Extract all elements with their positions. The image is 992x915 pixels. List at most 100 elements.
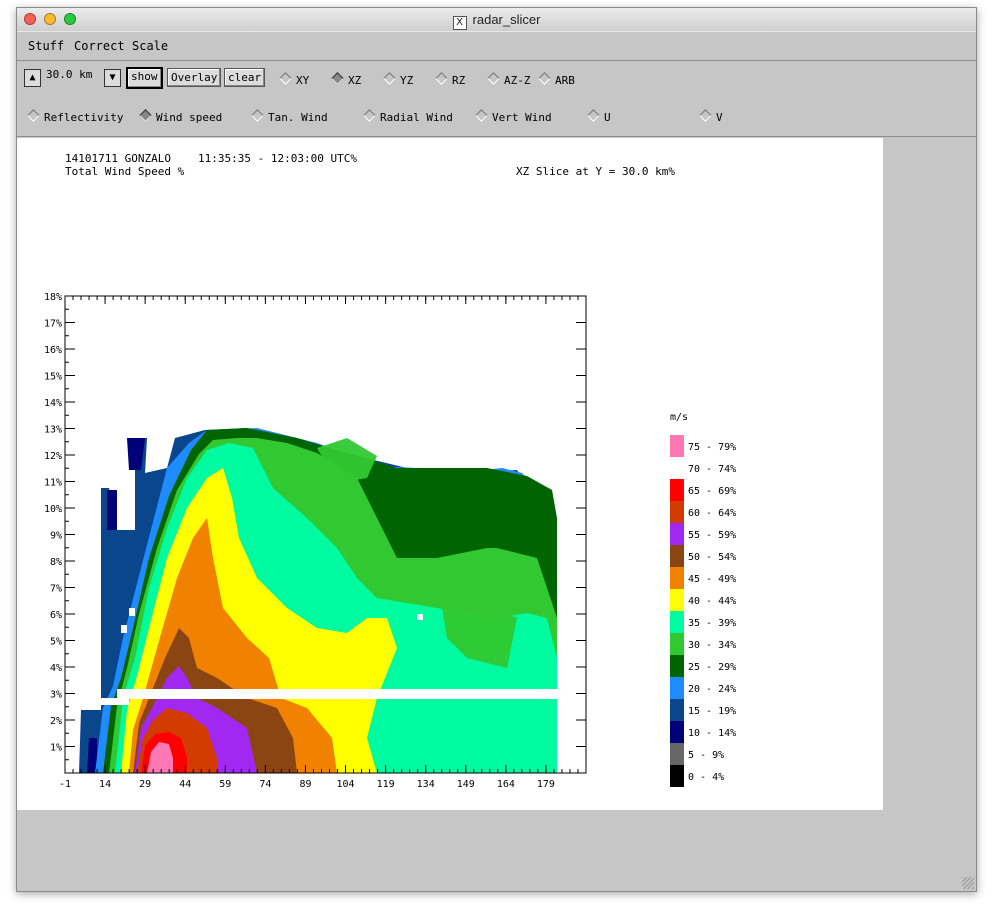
y-tick-label: 13% [44, 425, 62, 436]
y-tick-label: 14% [44, 398, 62, 409]
clear-button[interactable]: clear [224, 68, 266, 87]
x-tick-label: 44 [179, 779, 191, 790]
x-tick-label: 89 [299, 779, 311, 790]
y-tick-label: 12% [44, 451, 62, 462]
legend-swatch [670, 435, 684, 457]
legend-label: 30 - 34% [688, 640, 736, 651]
legend-swatch [670, 457, 684, 479]
legend-swatch [670, 655, 684, 677]
slice-mode-xz[interactable]: XZ [331, 72, 361, 87]
legend-swatch [670, 545, 684, 567]
radio-diamond-selected-icon [331, 72, 344, 85]
y-tick-label: 9% [50, 531, 62, 542]
legend-label: 45 - 49% [688, 574, 736, 585]
field-tan-wind[interactable]: Tan. Wind [251, 109, 328, 124]
radio-diamond-icon [251, 109, 264, 122]
show-button[interactable]: show [126, 67, 163, 89]
legend-label: 20 - 24% [688, 684, 736, 695]
menu-bar: Stuff Correct Scale [17, 31, 976, 61]
radio-diamond-icon [383, 72, 396, 85]
legend-swatch [670, 523, 684, 545]
legend-label: 60 - 64% [688, 508, 736, 519]
overlay-button[interactable]: Overlay [167, 68, 222, 87]
x-tick-label: 29 [139, 779, 151, 790]
radio-diamond-icon [487, 72, 500, 85]
field-reflectivity[interactable]: Reflectivity [27, 109, 123, 124]
toolbar: ▲ 30.0 km ▼ show Overlay clear XY XZ YZ … [17, 61, 976, 137]
legend-swatch [670, 721, 684, 743]
legend-swatch [670, 743, 684, 765]
slice-mode-rz[interactable]: RZ [435, 72, 465, 87]
legend-label: 0 - 4% [688, 772, 724, 783]
x-tick-label: 59 [219, 779, 231, 790]
field-v[interactable]: V [699, 109, 723, 124]
legend-label: 50 - 54% [688, 552, 736, 563]
legend-unit: m/s [670, 412, 688, 423]
x-tick-label: 134 [417, 779, 435, 790]
legend-swatch [670, 567, 684, 589]
field-u[interactable]: U [587, 109, 611, 124]
legend-label: 5 - 9% [688, 750, 724, 761]
legend-swatch [670, 677, 684, 699]
y-tick-label: 3% [50, 690, 62, 701]
y-tick-label: 16% [44, 345, 62, 356]
y-tick-label: 1% [50, 743, 62, 754]
x-tick-label: 104 [337, 779, 355, 790]
y-tick-label: 4% [50, 663, 62, 674]
slice-mode-az-z[interactable]: AZ-Z [487, 72, 531, 87]
slice-mode-arb[interactable]: ARB [538, 72, 575, 87]
resize-grip-icon[interactable] [962, 877, 974, 889]
title-bar: Xradar_slicer [17, 8, 976, 32]
x-tick-label: 119 [377, 779, 395, 790]
y-tick-label: 17% [44, 319, 62, 330]
y-tick-label: 5% [50, 637, 62, 648]
legend-swatch [670, 765, 684, 787]
cross-section-chart: -1 14 29 44 59 74 89 104 119 134 149 164 179 1% 2% 3% 4%… [44, 292, 736, 790]
menu-stuff[interactable]: Stuff [28, 39, 64, 53]
slice-mode-xy[interactable]: XY [279, 72, 309, 87]
legend-label: 40 - 44% [688, 596, 736, 607]
x-tick-label: -1 [59, 779, 71, 790]
legend-swatch [670, 479, 684, 501]
app-window: Xradar_slicer Stuff Correct Scale ▲ 30.0… [16, 7, 977, 892]
legend-swatch [670, 501, 684, 523]
color-legend: m/s 75 - 79% 70 - 74% 65 - 69% 60 - 64% 55 -… [670, 412, 736, 787]
legend-swatch [670, 699, 684, 721]
x-tick-label: 149 [457, 779, 475, 790]
radio-diamond-icon [475, 109, 488, 122]
increase-distance-button[interactable]: ▲ [24, 69, 41, 87]
distance-value: 30.0 km [46, 68, 93, 81]
x-tick-label: 179 [537, 779, 555, 790]
legend-swatch [670, 611, 684, 633]
menu-correct[interactable]: Correct [74, 39, 125, 53]
field-radial-wind[interactable]: Radial Wind [363, 109, 453, 124]
y-tick-label: 6% [50, 610, 62, 621]
legend-label: 70 - 74% [688, 464, 736, 475]
window-title: radar_slicer [472, 12, 541, 27]
plot-canvas[interactable]: 14101711 GONZALO 11:35:35 - 12:03:00 UTC… [17, 138, 883, 810]
y-tick-label: 15% [44, 372, 62, 383]
radio-diamond-icon [538, 72, 551, 85]
y-tick-label: 8% [50, 557, 62, 568]
y-tick-label: 18% [44, 292, 62, 303]
radio-diamond-selected-icon [139, 109, 152, 122]
radio-diamond-icon [279, 72, 292, 85]
wind-speed-field [77, 428, 558, 773]
y-tick-label: 7% [50, 584, 62, 595]
field-wind-speed[interactable]: Wind speed [139, 109, 222, 124]
menu-scale[interactable]: Scale [132, 39, 168, 53]
radio-diamond-icon [699, 109, 712, 122]
y-tick-label: 11% [44, 478, 62, 489]
legend-swatch [670, 633, 684, 655]
decrease-distance-button[interactable]: ▼ [104, 69, 121, 87]
field-vert-wind[interactable]: Vert Wind [475, 109, 552, 124]
y-tick-label: 10% [44, 504, 62, 515]
legend-label: 10 - 14% [688, 728, 736, 739]
legend-label: 35 - 39% [688, 618, 736, 629]
radio-diamond-icon [587, 109, 600, 122]
radio-diamond-icon [27, 109, 40, 122]
slice-mode-yz[interactable]: YZ [383, 72, 413, 87]
legend-label: 65 - 69% [688, 486, 736, 497]
x-tick-label: 74 [259, 779, 271, 790]
legend-label: 55 - 59% [688, 530, 736, 541]
